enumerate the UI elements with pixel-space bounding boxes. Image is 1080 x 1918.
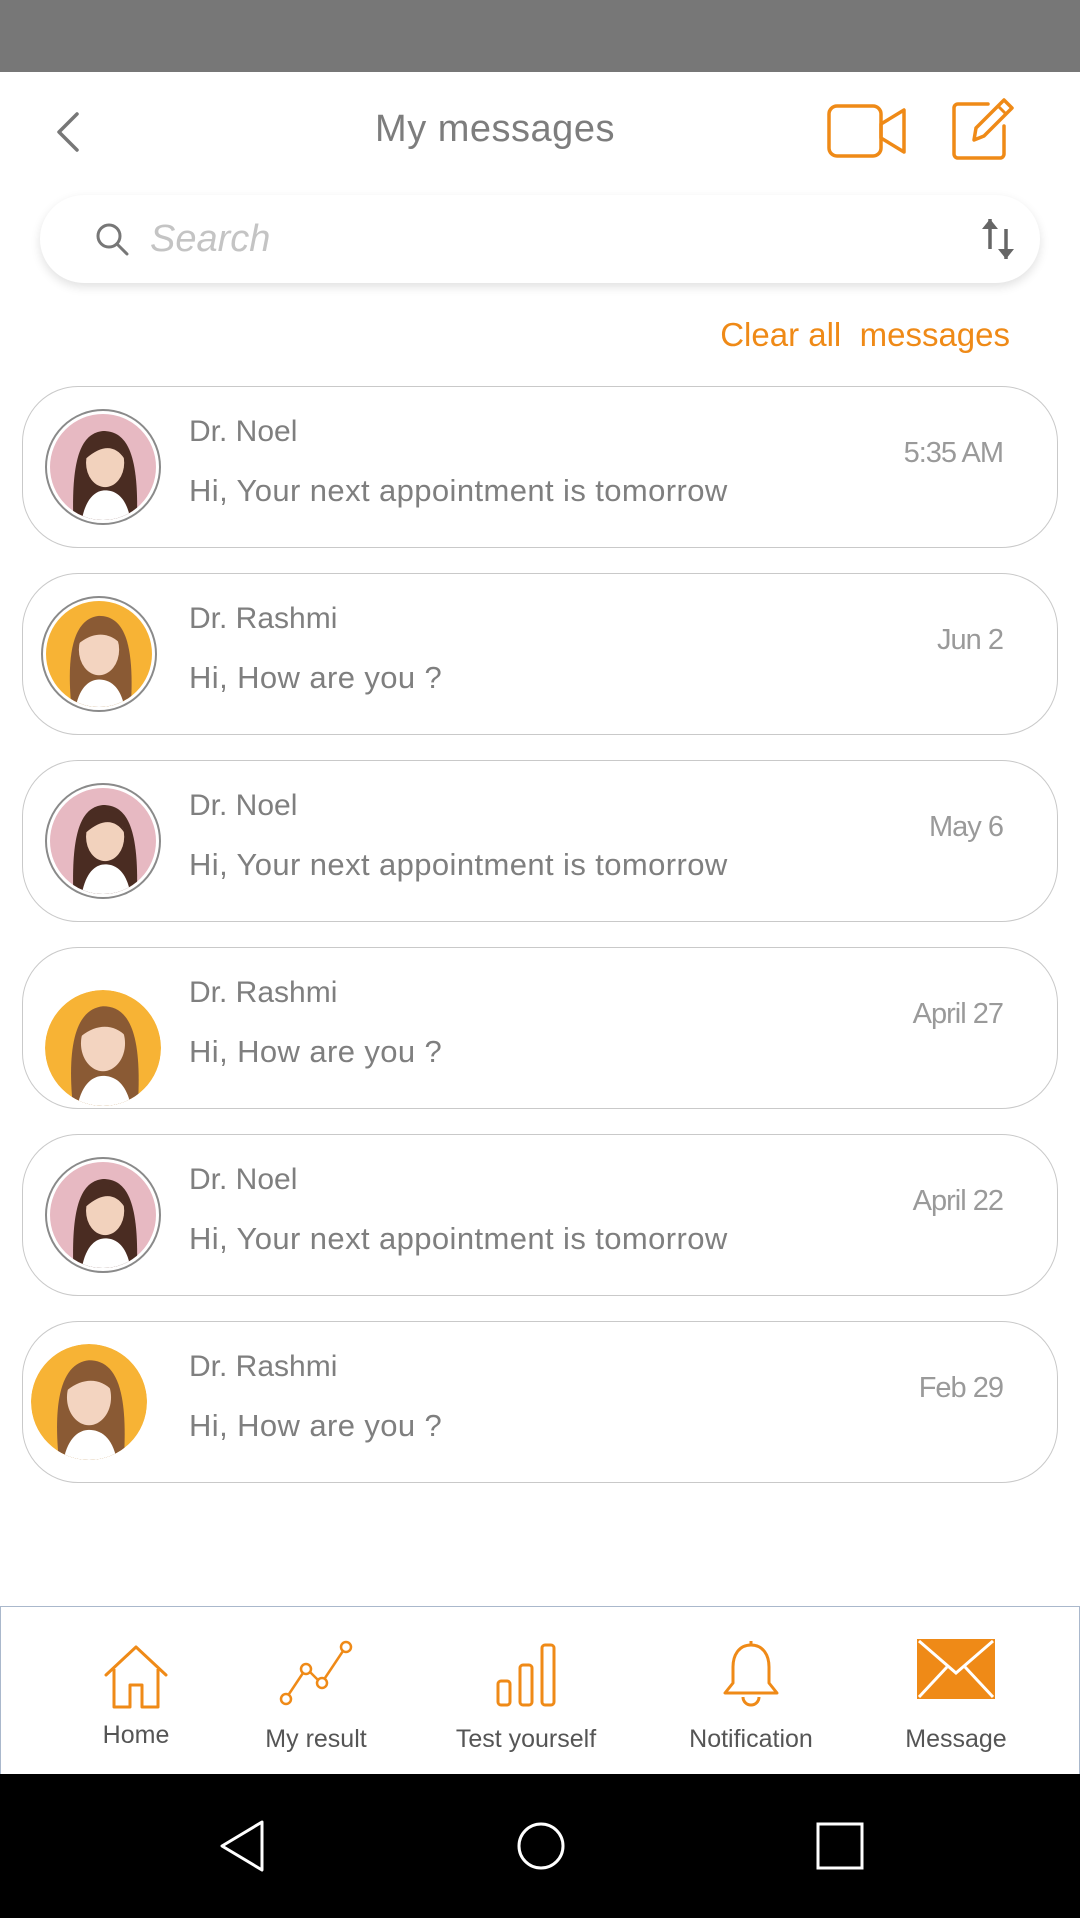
avatar-noel-image <box>50 788 156 894</box>
sender-name: Dr. Noel <box>189 415 298 448</box>
message-time: April 22 <box>912 1185 1004 1217</box>
nav-message[interactable]: Message <box>881 1607 1031 1775</box>
nav-message-label: Message <box>905 1725 1007 1753</box>
nav-test-yourself[interactable]: Test yourself <box>431 1607 621 1775</box>
nav-notification-label: Notification <box>689 1725 813 1753</box>
sender-name: Dr. Rashmi <box>189 602 338 635</box>
system-back-icon[interactable] <box>214 1818 270 1874</box>
compose-icon <box>952 98 1014 160</box>
sender-name: Dr. Noel <box>189 789 298 822</box>
nav-my-result-label: My result <box>265 1725 367 1753</box>
status-bar <box>0 0 1080 72</box>
avatar-rashmi-image <box>45 990 161 1106</box>
message-item[interactable]: Dr. Rashmi Hi, How are you ? April 27 <box>22 947 1058 1109</box>
nav-home[interactable]: Home <box>61 1607 211 1775</box>
avatar-rashmi <box>41 596 157 712</box>
message-preview: Hi, How are you ? <box>189 1034 443 1069</box>
nav-test-yourself-label: Test yourself <box>455 1725 597 1753</box>
sender-name: Dr. Rashmi <box>189 976 338 1009</box>
bell-icon <box>723 1641 779 1707</box>
message-item[interactable]: Dr. Noel Hi, Your next appointment is to… <box>22 386 1058 548</box>
avatar-noel-image <box>50 1162 156 1268</box>
avatar-rashmi <box>45 990 161 1106</box>
video-camera-icon <box>827 104 906 158</box>
home-icon <box>104 1645 168 1709</box>
message-item[interactable]: Dr. Noel Hi, Your next appointment is to… <box>22 1134 1058 1296</box>
message-preview: Hi, Your next appointment is tomorrow <box>189 847 728 882</box>
avatar-rashmi <box>31 1344 147 1460</box>
search-bar <box>40 195 1040 283</box>
message-preview: Hi, How are you ? <box>189 1408 443 1443</box>
avatar-noel-image <box>50 414 156 520</box>
sender-name: Dr. Rashmi <box>189 1350 338 1383</box>
message-preview: Hi, Your next appointment is tomorrow <box>189 473 728 508</box>
search-icon <box>96 223 129 256</box>
search-input[interactable] <box>150 209 910 269</box>
message-time: April 27 <box>912 998 1004 1030</box>
message-time: 5:35 AM <box>903 437 1004 469</box>
message-item[interactable]: Dr. Rashmi Hi, How are you ? Jun 2 <box>22 573 1058 735</box>
system-nav-bar <box>0 1774 1080 1918</box>
avatar-rashmi-image <box>46 601 152 707</box>
message-time: May 6 <box>929 811 1004 843</box>
chart-line-icon <box>279 1640 353 1706</box>
message-item[interactable]: Dr. Rashmi Hi, How are you ? Feb 29 <box>22 1321 1058 1483</box>
bar-chart-icon <box>496 1643 556 1707</box>
system-home-icon[interactable] <box>513 1818 569 1874</box>
message-time: Jun 2 <box>937 624 1004 656</box>
nav-home-label: Home <box>102 1721 170 1749</box>
avatar-noel <box>45 409 161 525</box>
avatar-noel <box>45 783 161 899</box>
sort-icon[interactable] <box>976 215 1020 263</box>
video-call-button[interactable] <box>826 100 908 162</box>
message-preview: Hi, How are you ? <box>189 660 443 695</box>
compose-button[interactable] <box>950 96 1016 162</box>
header: My messages <box>0 72 1080 192</box>
avatar-rashmi-image <box>31 1344 147 1460</box>
message-time: Feb 29 <box>918 1372 1004 1404</box>
nav-notification[interactable]: Notification <box>661 1607 841 1775</box>
sender-name: Dr. Noel <box>189 1163 298 1196</box>
avatar-noel <box>45 1157 161 1273</box>
message-preview: Hi, Your next appointment is tomorrow <box>189 1221 728 1256</box>
bottom-nav: Home My result Test yourself Notificatio… <box>0 1606 1080 1774</box>
envelope-icon <box>917 1639 995 1699</box>
system-recents-icon[interactable] <box>812 1818 868 1874</box>
nav-my-result[interactable]: My result <box>241 1607 391 1775</box>
message-item[interactable]: Dr. Noel Hi, Your next appointment is to… <box>22 760 1058 922</box>
clear-all-messages-link[interactable]: Clear all messages <box>720 316 1010 354</box>
